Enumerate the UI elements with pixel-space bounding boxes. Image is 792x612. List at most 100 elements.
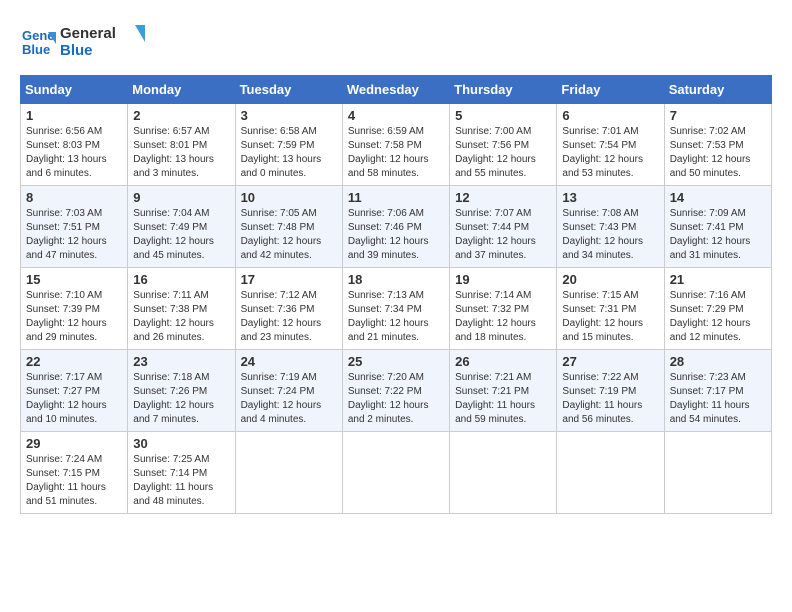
calendar-cell: 19 Sunrise: 7:14 AMSunset: 7:32 PMDayligh… (450, 267, 557, 349)
calendar-week-row: 22 Sunrise: 7:17 AMSunset: 7:27 PMDayligh… (21, 349, 772, 431)
calendar-cell: 29 Sunrise: 7:24 AMSunset: 7:15 PMDayligh… (21, 431, 128, 513)
calendar-table: SundayMondayTuesdayWednesdayThursdayFrid… (20, 75, 772, 514)
day-number: 18 (348, 272, 444, 287)
day-number: 25 (348, 354, 444, 369)
day-info: Sunrise: 7:02 AMSunset: 7:53 PMDaylight:… (670, 125, 766, 181)
day-info: Sunrise: 7:22 AMSunset: 7:19 PMDaylight:… (562, 371, 658, 427)
calendar-cell: 4 Sunrise: 6:59 AMSunset: 7:58 PMDaylight… (342, 103, 449, 185)
day-number: 15 (26, 272, 122, 287)
calendar-cell: 12Sunrise: 7:07 AMSunset: 7:44 PMDayligh… (450, 185, 557, 267)
calendar-cell: 7 Sunrise: 7:02 AMSunset: 7:53 PMDaylight… (664, 103, 771, 185)
day-number: 26 (455, 354, 551, 369)
day-info: Sunrise: 7:12 AMSunset: 7:36 PMDaylight:… (241, 289, 337, 345)
calendar-cell (450, 431, 557, 513)
logo: General Blue General Blue (20, 20, 150, 65)
calendar-week-row: 15 Sunrise: 7:10 AMSunset: 7:39 PMDayligh… (21, 267, 772, 349)
calendar-cell: 20 Sunrise: 7:15 AMSunset: 7:31 PMDayligh… (557, 267, 664, 349)
calendar-cell (235, 431, 342, 513)
day-number: 19 (455, 272, 551, 287)
svg-text:General: General (60, 25, 116, 42)
logo-icon: General Blue (20, 24, 56, 60)
calendar-week-row: 1 Sunrise: 6:56 AMSunset: 8:03 PMDaylight… (21, 103, 772, 185)
calendar-cell: 13 Sunrise: 7:08 AMSunset: 7:43 PMDayligh… (557, 185, 664, 267)
day-info: Sunrise: 7:21 AMSunset: 7:21 PMDaylight:… (455, 371, 551, 427)
day-info: Sunrise: 7:16 AMSunset: 7:29 PMDaylight:… (670, 289, 766, 345)
day-info: Sunrise: 7:03 AMSunset: 7:51 PMDaylight:… (26, 207, 122, 263)
day-number: 11 (348, 190, 444, 205)
day-number: 29 (26, 436, 122, 451)
day-number: 1 (26, 108, 122, 123)
day-info: Sunrise: 6:56 AMSunset: 8:03 PMDaylight:… (26, 125, 122, 181)
calendar-cell: 18 Sunrise: 7:13 AMSunset: 7:34 PMDayligh… (342, 267, 449, 349)
header-day-sunday: Sunday (21, 75, 128, 103)
calendar-header-row: SundayMondayTuesdayWednesdayThursdayFrid… (21, 75, 772, 103)
header-day-saturday: Saturday (664, 75, 771, 103)
calendar-cell: 5Sunrise: 7:00 AMSunset: 7:56 PMDaylight… (450, 103, 557, 185)
day-number: 7 (670, 108, 766, 123)
day-info: Sunrise: 7:24 AMSunset: 7:15 PMDaylight:… (26, 453, 122, 509)
day-info: Sunrise: 6:58 AMSunset: 7:59 PMDaylight:… (241, 125, 337, 181)
calendar-cell: 8 Sunrise: 7:03 AMSunset: 7:51 PMDaylight… (21, 185, 128, 267)
calendar-cell: 11 Sunrise: 7:06 AMSunset: 7:46 PMDayligh… (342, 185, 449, 267)
day-number: 20 (562, 272, 658, 287)
day-number: 13 (562, 190, 658, 205)
day-number: 3 (241, 108, 337, 123)
calendar-cell: 23Sunrise: 7:18 AMSunset: 7:26 PMDayligh… (128, 349, 235, 431)
day-number: 27 (562, 354, 658, 369)
day-number: 6 (562, 108, 658, 123)
day-info: Sunrise: 7:19 AMSunset: 7:24 PMDaylight:… (241, 371, 337, 427)
day-info: Sunrise: 6:57 AMSunset: 8:01 PMDaylight:… (133, 125, 229, 181)
logo-text: General Blue (60, 20, 150, 65)
day-number: 4 (348, 108, 444, 123)
calendar-cell: 24 Sunrise: 7:19 AMSunset: 7:24 PMDayligh… (235, 349, 342, 431)
calendar-cell: 22 Sunrise: 7:17 AMSunset: 7:27 PMDayligh… (21, 349, 128, 431)
day-info: Sunrise: 7:06 AMSunset: 7:46 PMDaylight:… (348, 207, 444, 263)
day-info: Sunrise: 7:08 AMSunset: 7:43 PMDaylight:… (562, 207, 658, 263)
header-day-tuesday: Tuesday (235, 75, 342, 103)
day-info: Sunrise: 7:04 AMSunset: 7:49 PMDaylight:… (133, 207, 229, 263)
calendar-cell (342, 431, 449, 513)
calendar-cell (664, 431, 771, 513)
day-info: Sunrise: 7:15 AMSunset: 7:31 PMDaylight:… (562, 289, 658, 345)
header-day-thursday: Thursday (450, 75, 557, 103)
day-number: 21 (670, 272, 766, 287)
header-day-friday: Friday (557, 75, 664, 103)
calendar-cell: 14Sunrise: 7:09 AMSunset: 7:41 PMDayligh… (664, 185, 771, 267)
calendar-cell: 17 Sunrise: 7:12 AMSunset: 7:36 PMDayligh… (235, 267, 342, 349)
day-info: Sunrise: 6:59 AMSunset: 7:58 PMDaylight:… (348, 125, 444, 181)
calendar-cell: 16 Sunrise: 7:11 AMSunset: 7:38 PMDayligh… (128, 267, 235, 349)
calendar-cell: 1 Sunrise: 6:56 AMSunset: 8:03 PMDaylight… (21, 103, 128, 185)
calendar-cell: 3 Sunrise: 6:58 AMSunset: 7:59 PMDaylight… (235, 103, 342, 185)
day-info: Sunrise: 7:25 AMSunset: 7:14 PMDaylight:… (133, 453, 229, 509)
day-number: 2 (133, 108, 229, 123)
day-number: 12 (455, 190, 551, 205)
day-info: Sunrise: 7:01 AMSunset: 7:54 PMDaylight:… (562, 125, 658, 181)
calendar-cell (557, 431, 664, 513)
day-number: 8 (26, 190, 122, 205)
calendar-cell: 28 Sunrise: 7:23 AMSunset: 7:17 PMDayligh… (664, 349, 771, 431)
day-info: Sunrise: 7:23 AMSunset: 7:17 PMDaylight:… (670, 371, 766, 427)
day-number: 30 (133, 436, 229, 451)
calendar-cell: 25Sunrise: 7:20 AMSunset: 7:22 PMDayligh… (342, 349, 449, 431)
calendar-cell: 27 Sunrise: 7:22 AMSunset: 7:19 PMDayligh… (557, 349, 664, 431)
day-number: 14 (670, 190, 766, 205)
day-info: Sunrise: 7:17 AMSunset: 7:27 PMDaylight:… (26, 371, 122, 427)
day-number: 22 (26, 354, 122, 369)
calendar-week-row: 29 Sunrise: 7:24 AMSunset: 7:15 PMDayligh… (21, 431, 772, 513)
calendar-cell: 26 Sunrise: 7:21 AMSunset: 7:21 PMDayligh… (450, 349, 557, 431)
day-info: Sunrise: 7:11 AMSunset: 7:38 PMDaylight:… (133, 289, 229, 345)
day-info: Sunrise: 7:00 AMSunset: 7:56 PMDaylight:… (455, 125, 551, 181)
calendar-cell: 21 Sunrise: 7:16 AMSunset: 7:29 PMDayligh… (664, 267, 771, 349)
svg-text:Blue: Blue (22, 42, 50, 57)
svg-text:Blue: Blue (60, 42, 93, 59)
day-info: Sunrise: 7:13 AMSunset: 7:34 PMDaylight:… (348, 289, 444, 345)
day-number: 17 (241, 272, 337, 287)
day-number: 24 (241, 354, 337, 369)
day-info: Sunrise: 7:14 AMSunset: 7:32 PMDaylight:… (455, 289, 551, 345)
day-info: Sunrise: 7:10 AMSunset: 7:39 PMDaylight:… (26, 289, 122, 345)
day-number: 16 (133, 272, 229, 287)
day-number: 28 (670, 354, 766, 369)
header-day-wednesday: Wednesday (342, 75, 449, 103)
day-number: 9 (133, 190, 229, 205)
day-info: Sunrise: 7:05 AMSunset: 7:48 PMDaylight:… (241, 207, 337, 263)
